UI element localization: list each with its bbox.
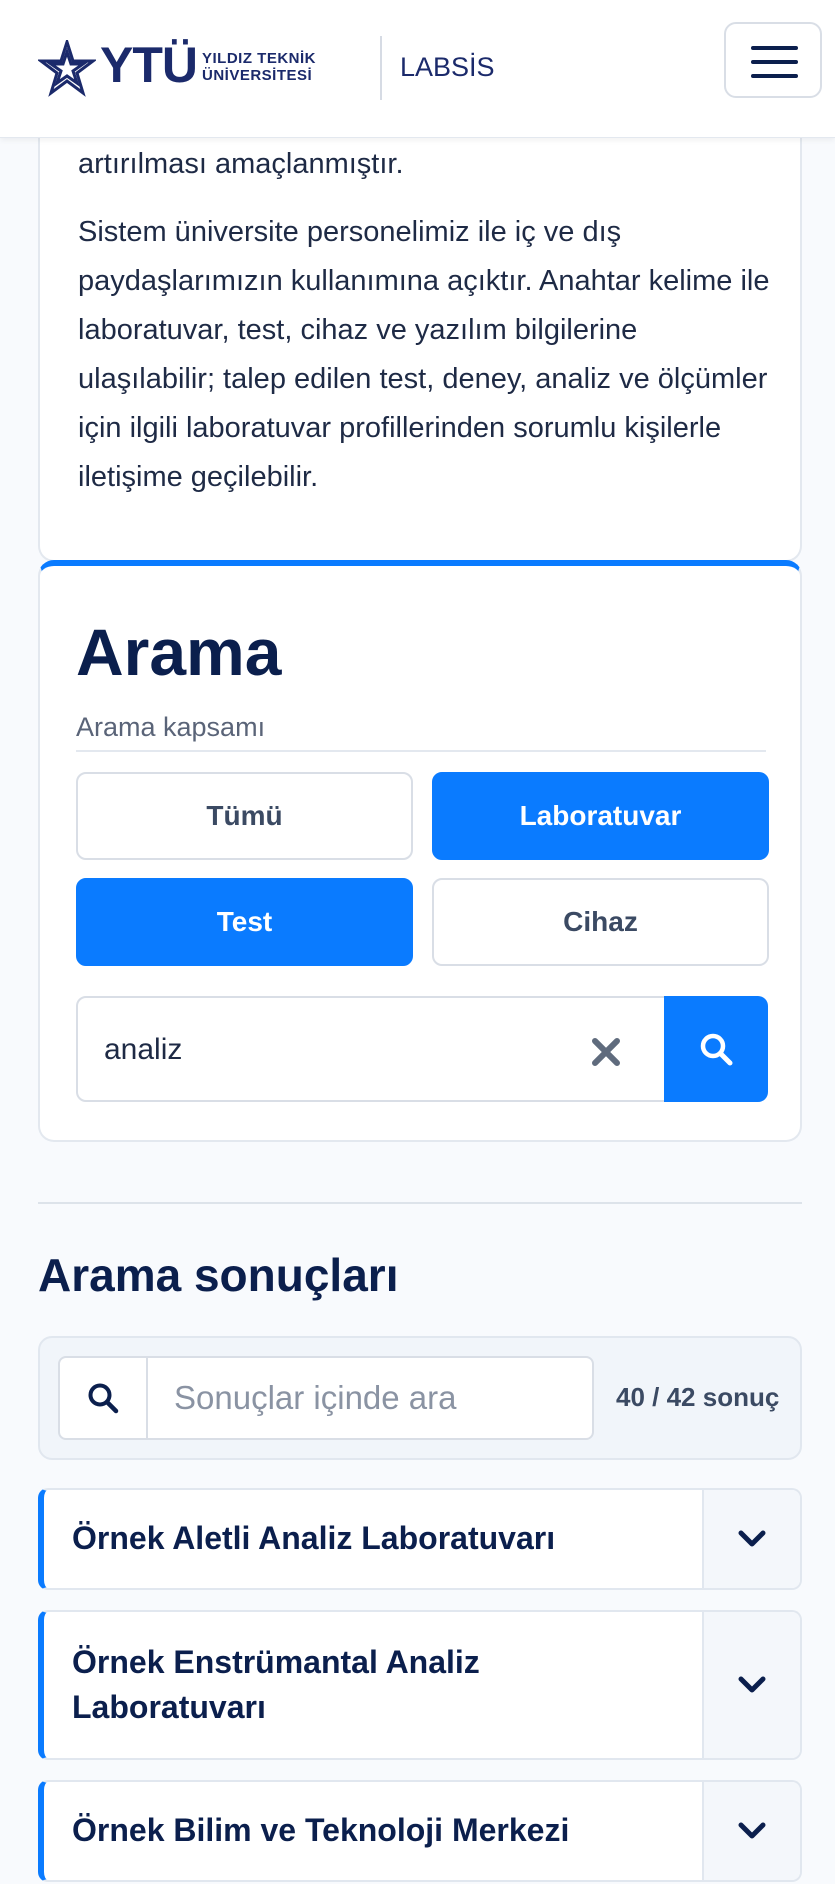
result-item[interactable]: Örnek Bilim ve Teknoloji Merkezi <box>38 1780 802 1882</box>
result-title[interactable]: Örnek Aletli Analiz Laboratuvarı <box>72 1516 692 1561</box>
scope-divider <box>76 750 766 752</box>
scope-chip-device[interactable]: Cihaz <box>432 878 769 966</box>
result-item[interactable]: Örnek Aletli Analiz Laboratuvarı <box>38 1488 802 1590</box>
chevron-down-icon <box>738 1822 766 1839</box>
intro-paragraph-tail: artırılması amaçlanmıştır. <box>78 148 404 180</box>
logo-subtitle: YILDIZ TEKNİK ÜNİVERSİTESİ <box>202 50 362 84</box>
logo-wordmark[interactable]: YTÜ <box>100 40 198 90</box>
site-header: YTÜ YILDIZ TEKNİK ÜNİVERSİTESİ LABSİS <box>0 0 835 138</box>
logo-star-icon <box>38 40 96 97</box>
header-divider <box>380 36 382 100</box>
section-divider <box>38 1202 802 1204</box>
search-field <box>76 996 666 1102</box>
logo-subtitle-line1: YILDIZ TEKNİK <box>202 50 316 67</box>
search-title: Arama <box>76 615 282 689</box>
scope-label: Arama kapsamı <box>76 712 266 742</box>
result-title[interactable]: Örnek Bilim ve Teknoloji Merkezi <box>72 1808 692 1853</box>
filter-search-icon-box <box>58 1356 148 1440</box>
results-filter-bar: 40 / 42 sonuç <box>38 1336 802 1460</box>
hamburger-icon-line <box>751 74 798 78</box>
search-card: Arama Arama kapsamı Tümü Laboratuvar Tes… <box>38 560 802 1142</box>
intro-card: artırılması amaçlanmıştır. Sistem üniver… <box>38 110 802 562</box>
hamburger-icon <box>751 46 798 50</box>
hamburger-icon-line <box>751 60 798 64</box>
intro-paragraph: Sistem üniversite personelimiz ile iç ve… <box>78 216 770 493</box>
chevron-down-icon <box>738 1676 766 1693</box>
result-item[interactable]: Örnek Enstrümantal Analiz Laboratuvarı <box>38 1610 802 1760</box>
app-name[interactable]: LABSİS <box>400 52 495 83</box>
result-title[interactable]: Örnek Enstrümantal Analiz Laboratuvarı <box>72 1640 532 1730</box>
scope-chip-all[interactable]: Tümü <box>76 772 413 860</box>
chevron-down-icon <box>738 1530 766 1547</box>
menu-button[interactable] <box>724 22 822 98</box>
scope-chip-laboratory[interactable]: Laboratuvar <box>432 772 769 860</box>
search-button[interactable] <box>664 996 768 1102</box>
search-icon <box>700 1033 733 1066</box>
results-title: Arama sonuçları <box>38 1249 399 1301</box>
result-expand-button[interactable] <box>702 1782 800 1880</box>
search-icon <box>88 1383 119 1414</box>
results-count: 40 / 42 sonuç <box>616 1382 780 1412</box>
scope-chip-test[interactable]: Test <box>76 878 413 966</box>
result-expand-button[interactable] <box>702 1612 800 1758</box>
logo-subtitle-line2: ÜNİVERSİTESİ <box>202 67 313 84</box>
close-icon[interactable] <box>586 1032 626 1072</box>
results-filter-input[interactable] <box>146 1356 594 1440</box>
result-expand-button[interactable] <box>702 1490 800 1588</box>
search-input[interactable] <box>104 1022 564 1078</box>
